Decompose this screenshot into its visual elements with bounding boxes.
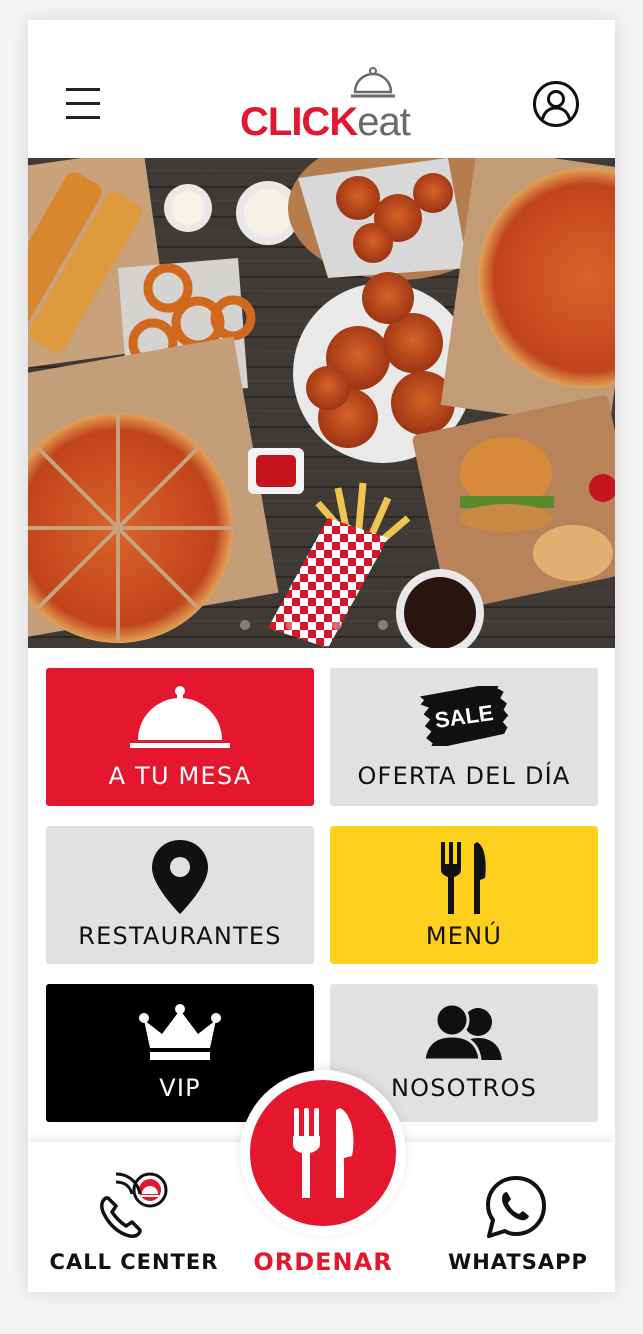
logo-text-click: CLICK <box>240 100 358 144</box>
carousel-dot[interactable] <box>286 620 296 630</box>
cloche-icon <box>130 686 230 748</box>
app-screen: CLICKeat A TU MESA SALE OFERTA DEL DÍA R… <box>28 20 615 1292</box>
tile-oferta-del-dia[interactable]: SALE OFERTA DEL DÍA <box>330 668 598 806</box>
hero-banner[interactable] <box>28 158 615 648</box>
call-center-button[interactable]: CALL CENTER <box>44 1142 224 1292</box>
users-icon <box>422 1002 502 1062</box>
app-header: CLICKeat <box>28 20 615 158</box>
tile-restaurantes[interactable]: RESTAURANTES <box>46 826 314 964</box>
food-spread-photo <box>28 158 615 648</box>
logo-wordmark: CLICKeat <box>240 100 411 145</box>
carousel-dot[interactable] <box>240 620 250 630</box>
fork-knife-icon <box>441 842 486 914</box>
tile-label: OFERTA DEL DÍA <box>357 762 571 790</box>
location-pin-icon <box>152 840 208 914</box>
order-fab-button[interactable] <box>250 1080 396 1226</box>
phone-order-icon <box>100 1172 168 1238</box>
hamburger-menu-button[interactable] <box>66 86 102 122</box>
carousel-dot[interactable] <box>332 620 342 630</box>
sale-tag-icon: SALE <box>419 686 509 746</box>
tile-label: A TU MESA <box>108 762 252 790</box>
tile-a-tu-mesa[interactable]: A TU MESA <box>46 668 314 806</box>
fork-knife-icon <box>293 1108 354 1198</box>
logo-text-eat: eat <box>357 100 411 144</box>
hamburger-icon <box>66 88 100 91</box>
whatsapp-button[interactable]: WHATSAPP <box>433 1142 603 1292</box>
logo-cloche-icon <box>351 67 395 98</box>
tile-menu[interactable]: MENÚ <box>330 826 598 964</box>
tile-label: MENÚ <box>425 922 503 950</box>
whatsapp-icon <box>486 1176 546 1238</box>
clickeat-logo[interactable]: CLICKeat <box>240 66 411 146</box>
ordenar-label: ORDENAR <box>253 1248 393 1276</box>
call-center-label: CALL CENTER <box>49 1250 219 1274</box>
tile-label: RESTAURANTES <box>78 922 282 950</box>
user-circle-icon[interactable] <box>532 80 580 128</box>
carousel-dot[interactable] <box>378 620 388 630</box>
carousel-indicators <box>240 620 388 630</box>
whatsapp-label: WHATSAPP <box>448 1250 588 1274</box>
crown-icon <box>139 1004 221 1060</box>
